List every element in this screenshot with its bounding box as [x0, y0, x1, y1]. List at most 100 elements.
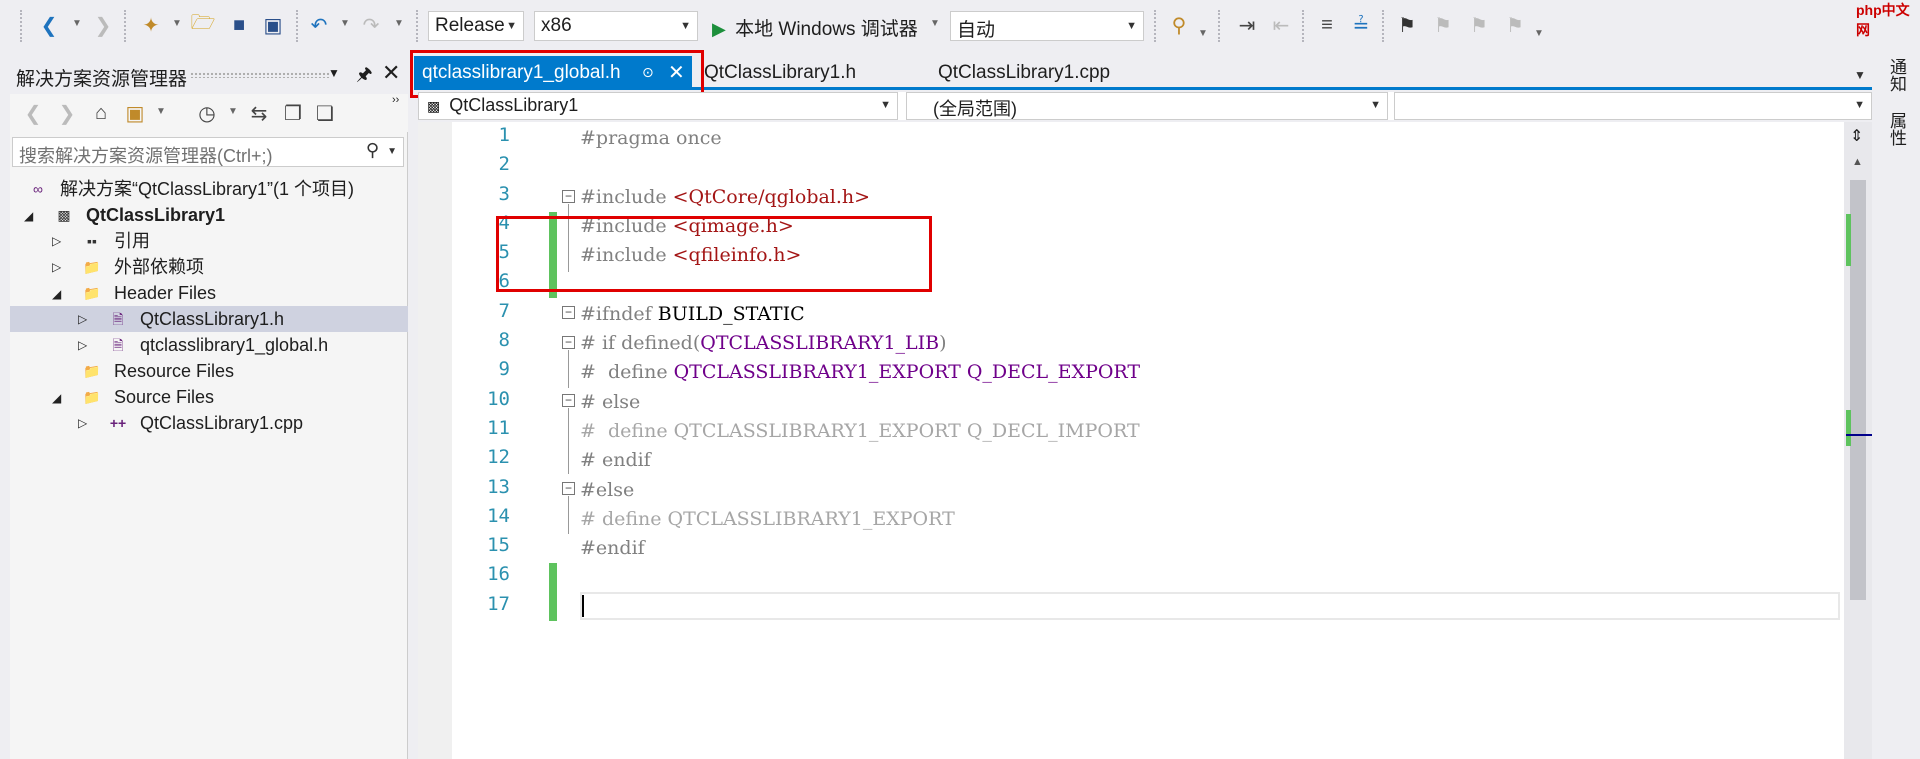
split-icon[interactable]: ⇕ [1850, 126, 1863, 146]
collapse-icon[interactable]: − [562, 190, 575, 203]
clear-bookmarks-icon: ⚑ [1506, 14, 1524, 37]
new-project-icon[interactable]: ✦ [138, 12, 164, 38]
search-options-icon[interactable]: ▼ [387, 146, 397, 157]
tree-item-references[interactable]: ▷ ▪▪ 引用 [10, 228, 408, 254]
tree-item-external-deps[interactable]: ▷ 📁 外部依赖项 [10, 254, 408, 280]
panel-menu-icon[interactable]: ▼ [328, 66, 340, 80]
folder-icon: 📁 [83, 363, 101, 379]
step-icon[interactable]: ⇥ [1234, 12, 1260, 38]
code-line-9[interactable]: # define QTCLASSLIBRARY1_EXPORT Q_DECL_E… [580, 358, 1140, 387]
collapse-icon[interactable]: − [562, 306, 575, 319]
tree-item-label: QtClassLibrary1.cpp [140, 413, 304, 433]
collapsed-arrow-icon[interactable]: ▷ [52, 254, 61, 280]
tab-overflow-icon[interactable]: ▼ [1854, 68, 1866, 82]
tab-qtclasslibrary1-h[interactable]: QtClassLibrary1.h [696, 56, 864, 90]
global-scope-select[interactable]: (全局范围) ▼ [906, 92, 1388, 120]
solution-search-input[interactable]: 搜索解决方案资源管理器(Ctrl+;) ⚲ ▼ [12, 137, 404, 167]
code-line-13[interactable]: #else [580, 476, 634, 505]
line-number: 11 [487, 417, 510, 439]
forward-icon[interactable]: ❯ [54, 100, 80, 126]
redo-icon[interactable]: ↷ [358, 12, 384, 38]
undo-icon[interactable]: ↶ [306, 12, 332, 38]
home-icon[interactable]: ⌂ [88, 100, 114, 126]
panel-grip[interactable] [190, 72, 330, 78]
tree-item-qtclasslibrary1-cpp[interactable]: ▷ ++ QtClassLibrary1.cpp [10, 410, 408, 436]
main-toolbar: ❮ ▼ ❯ ✦ ▼ 🗁 ■ ▣ ↶ ▼ ↷ ▼ Release ▼ x86 ▼ … [0, 0, 1920, 52]
collapsed-arrow-icon[interactable]: ▷ [78, 306, 87, 332]
expanded-arrow-icon[interactable]: ◢ [52, 281, 61, 307]
cpp-file-icon: ++ [109, 415, 127, 431]
show-all-files-icon[interactable]: ❏ [312, 100, 338, 126]
tree-item-source-files[interactable]: ◢ 📁 Source Files [10, 384, 408, 410]
tree-item-header-files[interactable]: ◢ 📁 Header Files [10, 280, 408, 306]
overflow-icon[interactable]: ›› [392, 94, 399, 106]
debugger-dropdown-icon[interactable]: ▼ [930, 18, 940, 29]
code-line-14[interactable]: # define QTCLASSLIBRARY1_EXPORT [580, 505, 955, 534]
save-all-icon[interactable]: ▣ [260, 12, 286, 38]
start-debugger-button[interactable]: ▶ 本地 Windows 调试器 [712, 14, 918, 40]
toolbar-separator [1302, 10, 1304, 42]
highlight-box-tab [410, 50, 704, 98]
search-icon[interactable]: ⚲ [366, 140, 379, 161]
collapse-icon[interactable]: − [562, 336, 575, 349]
code-line-15[interactable]: #endif [580, 534, 645, 563]
switch-views-dropdown-icon[interactable]: ▼ [156, 106, 166, 117]
new-project-dropdown-icon[interactable]: ▼ [172, 18, 182, 29]
undo-dropdown-icon[interactable]: ▼ [340, 18, 350, 29]
collapse-icon[interactable]: − [562, 394, 575, 407]
close-icon[interactable]: ✕ [382, 60, 400, 86]
back-icon[interactable]: ❮ [36, 12, 62, 38]
configuration-select[interactable]: Release ▼ [428, 11, 524, 41]
redo-dropdown-icon[interactable]: ▼ [394, 18, 404, 29]
code-line-10[interactable]: # else [580, 388, 640, 417]
open-folder-icon[interactable]: 🗁 [190, 12, 216, 38]
pin-icon[interactable]: 🖈 [356, 62, 373, 92]
code-line-3[interactable]: #include <QtCore/qglobal.h> [580, 183, 870, 212]
expanded-arrow-icon[interactable]: ◢ [52, 385, 61, 411]
code-line-11[interactable]: # define QTCLASSLIBRARY1_EXPORT Q_DECL_I… [580, 417, 1140, 446]
expanded-arrow-icon[interactable]: ◢ [24, 203, 33, 229]
collapsed-arrow-icon[interactable]: ▷ [78, 332, 87, 358]
notifications-tab[interactable]: 通知 [1884, 58, 1909, 92]
collapse-icon[interactable]: − [562, 482, 575, 495]
switch-views-icon[interactable]: ▣ [122, 100, 148, 126]
indent-icon[interactable]: ≡ [1314, 12, 1340, 38]
tree-item-resource-files[interactable]: 📁 Resource Files [10, 358, 408, 384]
save-icon[interactable]: ■ [226, 12, 252, 38]
tree-item-global-h[interactable]: ▷ 🗎 qtclasslibrary1_global.h [10, 332, 408, 358]
sync-icon[interactable]: ⇆ [246, 100, 272, 126]
code-line-7[interactable]: #ifndef BUILD_STATIC [580, 300, 805, 329]
collapsed-arrow-icon[interactable]: ▷ [52, 228, 61, 254]
find-in-files-icon[interactable]: ⚲ [1166, 12, 1192, 38]
scrollbar-thumb[interactable] [1850, 180, 1866, 600]
properties-tab[interactable]: 属性 [1884, 112, 1909, 146]
toolbar-grip[interactable] [20, 10, 22, 42]
collapse-all-icon[interactable]: ❐ [280, 100, 306, 126]
platform-select[interactable]: x86 ▼ [534, 11, 698, 41]
code-line-12[interactable]: # endif [580, 446, 651, 475]
collapsed-arrow-icon[interactable]: ▷ [78, 410, 87, 436]
tree-item-project[interactable]: ◢ ▩ QtClassLibrary1 [10, 202, 408, 228]
code-token: #pragma once [580, 127, 722, 149]
project-scope-select[interactable]: ▩ QtClassLibrary1 ▼ [418, 92, 898, 120]
tab-qtclasslibrary1-cpp[interactable]: QtClassLibrary1.cpp [930, 56, 1118, 90]
bookmark-icon[interactable]: ⚑ [1394, 12, 1420, 38]
solution-config-select[interactable]: 自动 ▼ [950, 11, 1144, 41]
back-icon[interactable]: ❮ [20, 100, 46, 126]
find-dropdown-icon[interactable]: ▼ [1198, 28, 1208, 39]
toolbar-overflow-icon[interactable]: ▼ [1534, 28, 1544, 39]
member-scope-select[interactable]: ▼ [1394, 92, 1872, 120]
tree-item-solution[interactable]: ∞ 解决方案“QtClassLibrary1”(1 个项目) [10, 176, 408, 202]
debugger-label: 本地 Windows 调试器 [735, 19, 918, 40]
scroll-up-icon[interactable]: ▲ [1852, 156, 1863, 168]
tree-item-label: QtClassLibrary1 [86, 205, 226, 225]
forward-icon[interactable]: ❯ [90, 12, 116, 38]
comment-icon[interactable]: ≟ [1348, 12, 1374, 38]
pending-dropdown-icon[interactable]: ▼ [228, 106, 238, 117]
code-line-8[interactable]: # if defined(QTCLASSLIBRARY1_LIB) [580, 329, 947, 358]
pending-changes-icon[interactable]: ◷ [194, 100, 220, 126]
back-dropdown-icon[interactable]: ▼ [72, 18, 82, 29]
tree-item-label: QtClassLibrary1.h [140, 309, 285, 329]
code-line-1[interactable]: #pragma once [580, 124, 722, 153]
tree-item-qtclasslibrary1-h[interactable]: ▷ 🗎 QtClassLibrary1.h [10, 306, 408, 332]
